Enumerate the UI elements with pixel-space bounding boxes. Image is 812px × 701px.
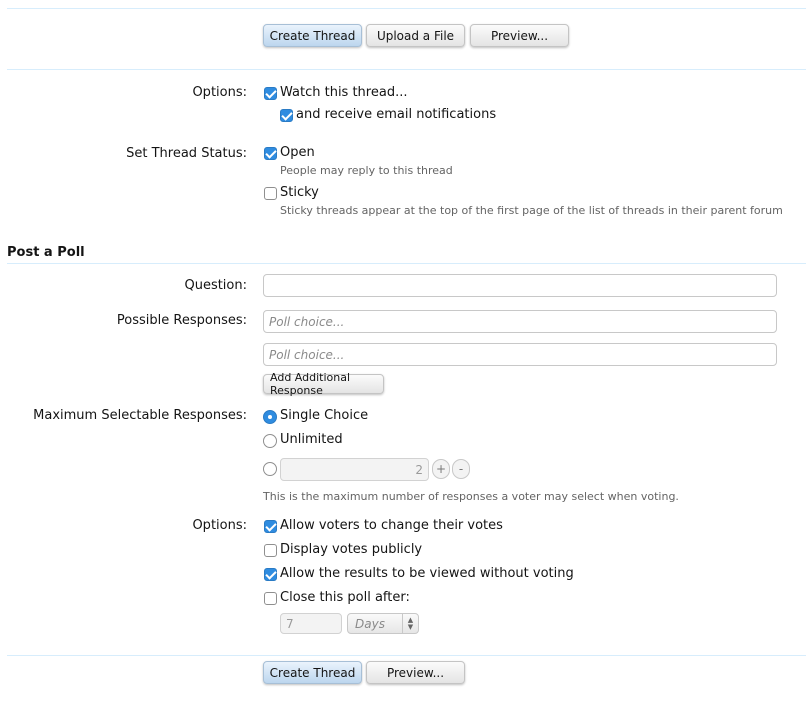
thread-status-label: Set Thread Status: — [126, 146, 247, 161]
increment-button[interactable]: + — [432, 459, 450, 479]
max-responses-hint: This is the maximum number of responses … — [263, 490, 679, 503]
upload-file-button[interactable]: Upload a File — [366, 24, 465, 47]
sticky-hint: Sticky threads appear at the top of the … — [280, 204, 783, 217]
poll-divider — [7, 263, 806, 264]
poll-section-title: Post a Poll — [7, 245, 85, 260]
decrement-button[interactable]: - — [452, 459, 470, 479]
open-hint: People may reply to this thread — [280, 164, 453, 177]
display-votes-label: Display votes publicly — [280, 542, 423, 557]
close-after-amount-input[interactable] — [280, 613, 342, 634]
add-response-button[interactable]: Add Additional Response — [263, 371, 384, 397]
open-label: Open — [280, 145, 315, 160]
watch-thread-checkbox[interactable] — [264, 87, 277, 100]
allow-change-votes-checkbox[interactable] — [264, 520, 277, 533]
question-label: Question: — [184, 278, 247, 293]
poll-choice-input-2[interactable] — [263, 343, 777, 366]
open-checkbox[interactable] — [264, 147, 277, 160]
close-poll-label: Close this poll after: — [280, 590, 410, 605]
watch-thread-label: Watch this thread... — [280, 85, 408, 100]
single-choice-label: Single Choice — [280, 408, 369, 423]
sticky-label: Sticky — [280, 185, 319, 200]
poll-options-label: Options: — [192, 518, 247, 533]
top-divider — [7, 8, 806, 9]
sticky-checkbox[interactable] — [264, 187, 277, 200]
max-responses-count-input[interactable] — [280, 458, 429, 481]
email-notifications-label: and receive email notifications — [296, 107, 497, 122]
view-results-label: Allow the results to be viewed without v… — [280, 566, 574, 581]
preview-button-bottom[interactable]: Preview... — [366, 661, 465, 684]
custom-count-radio[interactable] — [263, 462, 277, 476]
possible-responses-label: Possible Responses: — [116, 313, 247, 328]
bottom-divider — [7, 655, 806, 656]
question-input[interactable] — [263, 274, 777, 297]
preview-button[interactable]: Preview... — [470, 24, 569, 47]
close-after-unit-select[interactable]: Days ▲ ▼ — [347, 613, 419, 634]
display-votes-checkbox[interactable] — [264, 544, 277, 557]
close-poll-checkbox[interactable] — [264, 592, 277, 605]
view-results-checkbox[interactable] — [264, 568, 277, 581]
unlimited-label: Unlimited — [280, 432, 343, 447]
divider — [7, 69, 806, 70]
options-label: Options: — [192, 85, 247, 100]
unlimited-radio[interactable] — [263, 434, 277, 448]
select-arrows-icon: ▲ ▼ — [402, 614, 418, 633]
email-notifications-checkbox[interactable] — [280, 109, 293, 122]
close-after-unit-value: Days — [355, 616, 385, 631]
allow-change-votes-label: Allow voters to change their votes — [280, 518, 503, 533]
create-thread-button[interactable]: Create Thread — [263, 24, 362, 47]
create-thread-button-bottom[interactable]: Create Thread — [263, 661, 362, 684]
single-choice-radio[interactable] — [263, 410, 277, 424]
poll-choice-input-1[interactable] — [263, 310, 777, 333]
max-responses-label: Maximum Selectable Responses: — [33, 408, 247, 423]
